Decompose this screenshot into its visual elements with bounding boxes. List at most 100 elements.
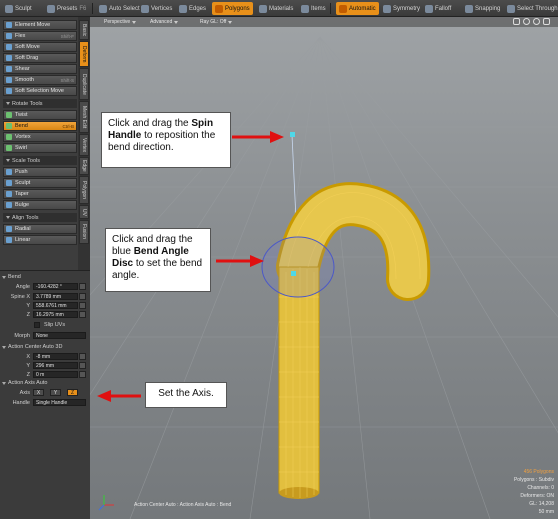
viewport-move-icon[interactable]: [513, 18, 520, 25]
ac-y-field[interactable]: 296 mm: [33, 362, 78, 369]
radial-icon: [6, 226, 12, 232]
shading-dropdown[interactable]: Advanced: [150, 18, 178, 26]
grid-scale-info: 50 mm: [538, 509, 554, 515]
linear-tool[interactable]: Linear: [3, 235, 77, 245]
spin-handle-callout: Click and drag the Spin Handle to reposi…: [101, 112, 231, 168]
soft-selection-move-tool[interactable]: Soft Selection Move: [3, 86, 77, 96]
axis-gizmo: [98, 495, 114, 511]
tab-basic[interactable]: Basic: [79, 20, 89, 40]
spine-y-reset-icon[interactable]: [79, 302, 86, 309]
bend-icon: [6, 123, 12, 129]
twist-tool[interactable]: Twist: [3, 110, 77, 120]
auto-select-button[interactable]: Auto Select: [96, 2, 143, 15]
tab-edge[interactable]: Edge: [79, 157, 89, 175]
ray-gl-dropdown[interactable]: Ray GL: Off: [200, 18, 232, 26]
vertical-tab-strip: Basic Deform Duplicate Mesh Edit Vertex …: [78, 17, 90, 270]
spine-y-field[interactable]: 558.6761 mm: [33, 302, 78, 309]
spine-z-label: Z: [26, 312, 30, 318]
deformers-info: Deformers: ON: [520, 493, 554, 499]
ac-y-label: Y: [26, 363, 30, 369]
spine-x-reset-icon[interactable]: [79, 293, 86, 300]
tab-duplicate[interactable]: Duplicate: [79, 68, 89, 100]
bend-tool[interactable]: Bend Ctrl-B: [3, 121, 77, 131]
viewport-zoom-icon[interactable]: [533, 18, 540, 25]
slip-uvs-checkbox[interactable]: [34, 322, 40, 328]
bulge-tool[interactable]: Bulge: [3, 200, 77, 210]
axis-z-button[interactable]: Z: [67, 389, 78, 396]
bend-angle-disc[interactable]: [261, 236, 335, 298]
tab-mesh-edit[interactable]: Mesh Edit: [79, 101, 89, 133]
soft-drag-tool[interactable]: Soft Drag: [3, 53, 77, 63]
select-through-button[interactable]: Select Through: [504, 2, 558, 15]
ac-z-reset-icon[interactable]: [79, 371, 86, 378]
tab-uv[interactable]: UV: [79, 205, 89, 219]
bend-angle-callout: Click and drag the blue Bend Angle Disc …: [105, 228, 211, 292]
tab-polygon[interactable]: Polygon: [79, 176, 89, 204]
tab-vertex[interactable]: Vertex: [79, 134, 89, 156]
tab-fusion[interactable]: Fusion: [79, 220, 89, 244]
vertices-icon: [141, 4, 149, 13]
polygon-count: 456 Polygons: [523, 469, 554, 475]
slip-uvs-label: Slip UVs: [44, 322, 66, 328]
smooth-icon: [6, 77, 12, 83]
vortex-icon: [6, 134, 12, 140]
spine-z-reset-icon[interactable]: [79, 311, 86, 318]
axis-callout: Set the Axis.: [145, 382, 227, 408]
ac-z-field[interactable]: 0 m: [33, 371, 78, 378]
automatic-button[interactable]: Automatic: [336, 2, 379, 15]
rotate-tools-group[interactable]: Rotate Tools: [3, 99, 77, 108]
ac-x-field[interactable]: -8 mm: [33, 353, 78, 360]
flex-tool[interactable]: Flex Shift-F: [3, 31, 77, 41]
bend-section-header[interactable]: Bend: [2, 273, 88, 281]
items-button[interactable]: Items: [298, 2, 329, 15]
twist-icon: [6, 112, 12, 118]
angle-field[interactable]: -160.4282 °: [33, 283, 78, 290]
taper-tool[interactable]: Taper: [3, 189, 77, 199]
falloff-button[interactable]: Falloff: [422, 2, 454, 15]
sculpt-button[interactable]: Sculpt: [2, 2, 35, 15]
element-move-tool[interactable]: Element Move: [3, 20, 77, 30]
bulge-icon: [6, 202, 12, 208]
tab-deform[interactable]: Deform: [79, 41, 89, 67]
viewport-status-bar: Action Center Auto : Action Axis Auto : …: [134, 502, 232, 508]
scale-tools-group[interactable]: Scale Tools: [3, 156, 77, 165]
axis-y-button[interactable]: Y: [50, 389, 61, 396]
soft-move-tool[interactable]: Soft Move: [3, 42, 77, 52]
action-axis-section-header[interactable]: Action Axis Auto: [2, 379, 88, 387]
materials-button[interactable]: Materials: [256, 2, 296, 15]
ac-y-reset-icon[interactable]: [79, 362, 86, 369]
axis-x-button[interactable]: X: [33, 389, 44, 396]
soft-move-icon: [6, 44, 12, 50]
action-center-section-header[interactable]: Action Center Auto 3D: [2, 343, 88, 351]
presets-button[interactable]: Presets F6: [44, 2, 89, 15]
spin-handle[interactable]: [290, 132, 295, 137]
sculpt-tool[interactable]: Sculpt: [3, 178, 77, 188]
linear-icon: [6, 237, 12, 243]
align-tools-group[interactable]: Align Tools: [3, 213, 77, 222]
push-tool[interactable]: Push: [3, 167, 77, 177]
handle-dropdown[interactable]: Single Handle: [33, 399, 86, 406]
swirl-tool[interactable]: Swirl: [3, 143, 77, 153]
bend-angle-handle[interactable]: [291, 271, 296, 276]
viewport-rotate-icon[interactable]: [523, 18, 530, 25]
vortex-tool[interactable]: Vortex: [3, 132, 77, 142]
radial-tool[interactable]: Radial: [3, 224, 77, 234]
smooth-tool[interactable]: Smooth Shift-S: [3, 75, 77, 85]
morph-dropdown[interactable]: None: [33, 332, 86, 339]
ac-x-reset-icon[interactable]: [79, 353, 86, 360]
swirl-icon: [6, 145, 12, 151]
edges-button[interactable]: Edges: [176, 2, 209, 15]
shear-tool[interactable]: Shear: [3, 64, 77, 74]
spine-x-field[interactable]: 3.7789 mm: [33, 293, 78, 300]
angle-reset-icon[interactable]: [79, 283, 86, 290]
view-type-dropdown[interactable]: Perspective: [104, 18, 136, 26]
snapping-icon: [465, 4, 473, 13]
symmetry-button[interactable]: Symmetry: [380, 2, 423, 15]
spine-x-label: Spine X: [10, 294, 30, 300]
snapping-button[interactable]: Snapping: [462, 2, 503, 15]
polygons-button[interactable]: Polygons: [212, 2, 253, 15]
spine-z-field[interactable]: 16.2975 mm: [33, 311, 78, 318]
vertices-button[interactable]: Vertices: [138, 2, 175, 15]
viewport-maximize-icon[interactable]: [543, 18, 550, 25]
channels-info: Channels: 0: [527, 485, 554, 491]
